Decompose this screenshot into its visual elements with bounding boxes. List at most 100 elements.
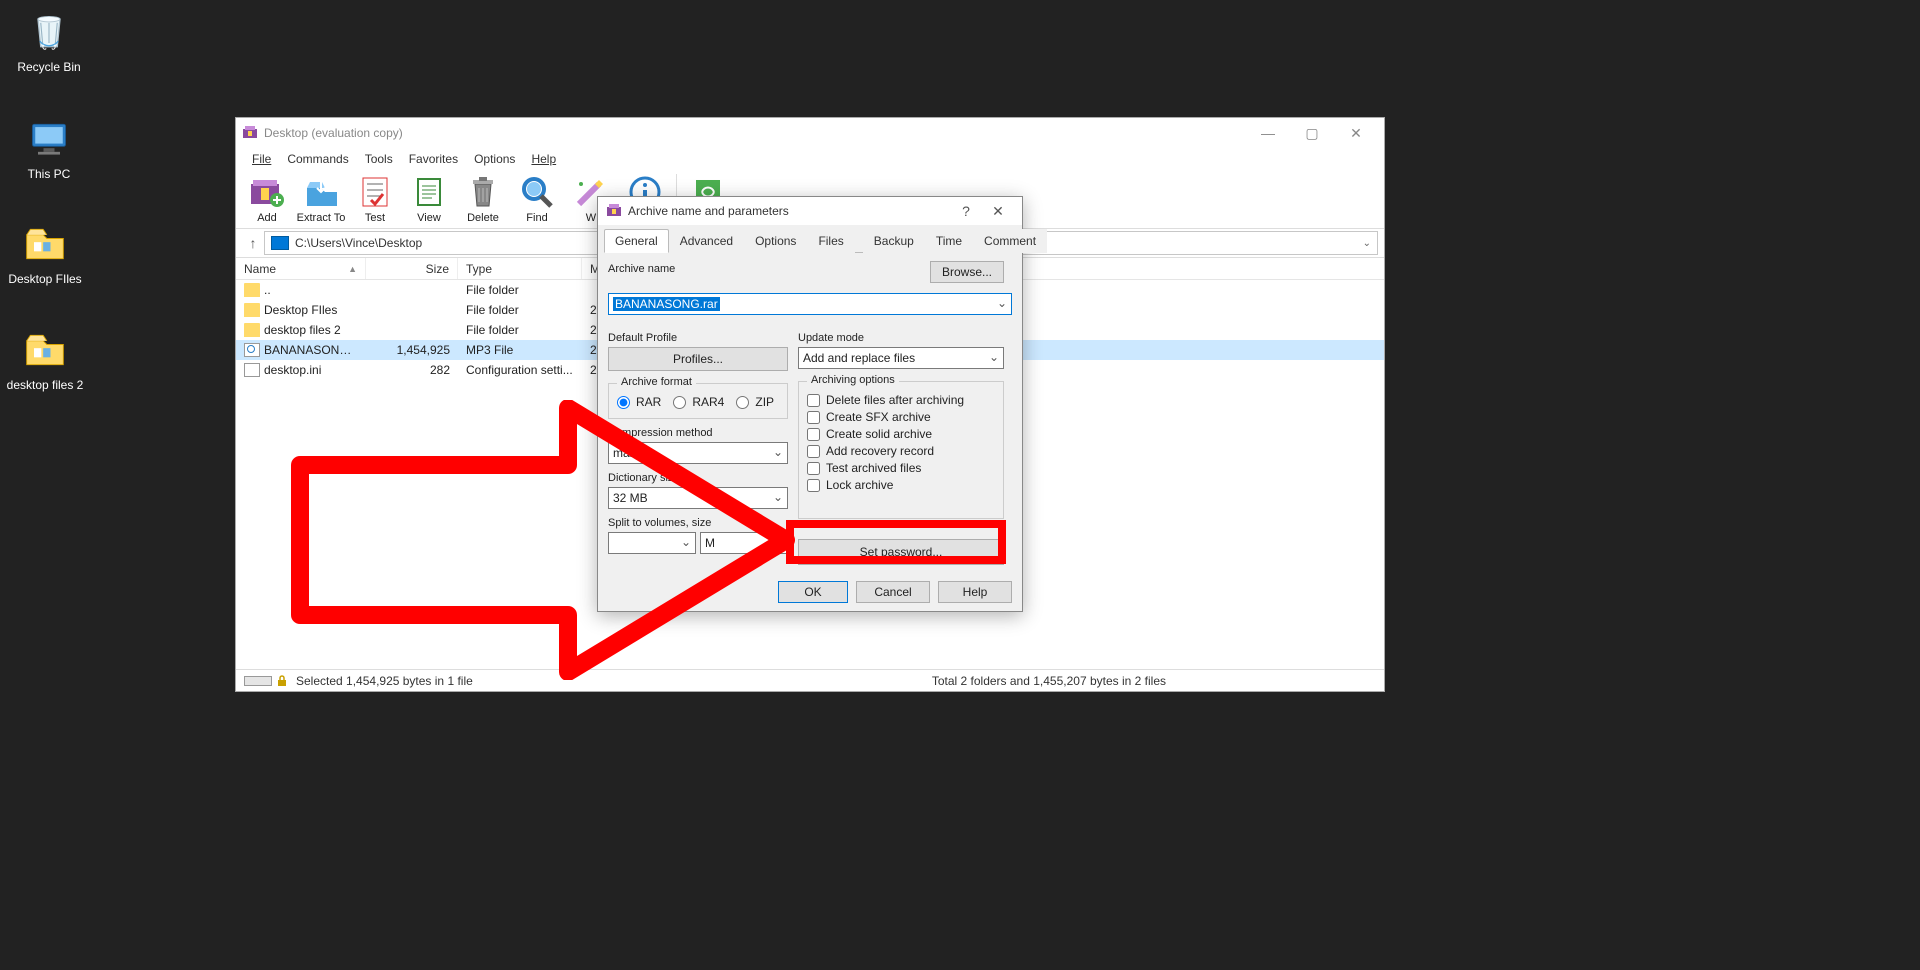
desktop-icon-label: Desktop FIles — [8, 272, 81, 286]
recycle-bin-icon — [25, 8, 73, 56]
dialog-title: Archive name and parameters — [628, 204, 789, 218]
archive-name-label: Archive name — [608, 263, 920, 275]
archive-format-label: Archive format — [617, 376, 696, 388]
desktop-icon-label: Recycle Bin — [17, 60, 80, 74]
split-unit-select[interactable]: M — [700, 532, 788, 554]
archiving-options-label: Archiving options — [807, 374, 899, 386]
tool-delete[interactable]: Delete — [456, 172, 510, 226]
help-button[interactable]: ? — [950, 203, 982, 219]
titlebar: Desktop (evaluation copy) — ▢ ✕ — [236, 118, 1384, 148]
desktop-icon-folder-1[interactable]: Desktop FIles — [5, 220, 85, 286]
tool-label: View — [417, 212, 441, 224]
maximize-button[interactable]: ▢ — [1290, 119, 1334, 147]
format-rar4[interactable]: RAR4 — [673, 395, 724, 409]
column-size[interactable]: Size — [366, 258, 458, 279]
menu-tools[interactable]: Tools — [357, 148, 401, 170]
drive-icon — [271, 236, 289, 250]
view-icon — [411, 174, 447, 210]
tab-files[interactable]: Files — [807, 229, 854, 253]
tab-backup[interactable]: Backup — [863, 229, 925, 253]
tool-label: Delete — [467, 212, 499, 224]
ok-button[interactable]: OK — [778, 581, 848, 603]
format-rar[interactable]: RAR — [617, 395, 661, 409]
tab-time[interactable]: Time — [925, 229, 973, 253]
add-icon — [249, 174, 285, 210]
desktop-icon-label: desktop files 2 — [7, 378, 84, 392]
tool-label: Extract To — [297, 212, 346, 224]
menu-favorites[interactable]: Favorites — [401, 148, 466, 170]
profiles-button[interactable]: Profiles... — [608, 347, 788, 371]
split-label: Split to volumes, size — [608, 517, 788, 529]
default-profile-label: Default Profile — [608, 332, 788, 344]
desktop-icon-recycle-bin[interactable]: Recycle Bin — [9, 8, 89, 74]
cancel-button[interactable]: Cancel — [856, 581, 930, 603]
folder-icon — [244, 283, 260, 297]
path-text: C:\Users\Vince\Desktop — [295, 236, 422, 250]
help-button[interactable]: Help — [938, 581, 1012, 603]
menu-options[interactable]: Options — [466, 148, 523, 170]
opt-sfx[interactable]: Create SFX archive — [807, 410, 995, 424]
close-button[interactable]: ✕ — [1334, 119, 1378, 147]
chevron-down-icon: ⌄ — [1363, 238, 1371, 249]
progress-icon — [244, 676, 272, 686]
tool-extract-to[interactable]: Extract To — [294, 172, 348, 226]
compression-select[interactable]: mal — [608, 442, 788, 464]
column-type[interactable]: Type — [458, 258, 582, 279]
test-icon — [357, 174, 393, 210]
column-name[interactable]: Name▲ — [236, 258, 366, 279]
opt-solid[interactable]: Create solid archive — [807, 427, 995, 441]
desktop-icon-label: This PC — [28, 167, 71, 181]
status-total: Total 2 folders and 1,455,207 bytes in 2… — [932, 674, 1376, 688]
lock-icon — [276, 675, 288, 687]
dictionary-select[interactable]: 32 MB — [608, 487, 788, 509]
update-mode-select[interactable]: Add and replace files — [798, 347, 1004, 369]
tab-general[interactable]: General — [604, 229, 669, 253]
browse-button[interactable]: Browse... — [930, 261, 1004, 283]
archive-name-input[interactable]: BANANASONG.rar — [608, 293, 1012, 315]
tab-options[interactable]: Options — [744, 229, 807, 253]
file-icon — [244, 363, 260, 377]
find-icon — [519, 174, 555, 210]
split-size-input[interactable] — [608, 532, 696, 554]
minimize-button[interactable]: — — [1246, 119, 1290, 147]
tool-label: W — [586, 212, 596, 224]
status-selected: Selected 1,454,925 bytes in 1 file — [296, 674, 473, 688]
tool-test[interactable]: Test — [348, 172, 402, 226]
opt-delete-after[interactable]: Delete files after archiving — [807, 393, 995, 407]
menu-commands[interactable]: Commands — [279, 148, 356, 170]
up-button[interactable]: ↑ — [242, 235, 264, 251]
menu-file[interactable]: File — [244, 148, 279, 170]
dialog-titlebar: Archive name and parameters ? ✕ — [598, 197, 1022, 225]
opt-recovery[interactable]: Add recovery record — [807, 444, 995, 458]
folder-icon — [244, 303, 260, 317]
opt-lock[interactable]: Lock archive — [807, 478, 995, 492]
this-pc-icon — [25, 115, 73, 163]
extract-icon — [303, 174, 339, 210]
dialog-tabs: General Advanced Options Files Backup Ti… — [604, 229, 1016, 253]
tool-label: Add — [257, 212, 277, 224]
dialog-content: Archive name Browse... BANANASONG.rar De… — [598, 253, 1022, 577]
format-zip[interactable]: ZIP — [736, 395, 774, 409]
dictionary-label: Dictionary size — [608, 472, 788, 484]
archive-dialog: Archive name and parameters ? ✕ General … — [597, 196, 1023, 612]
winrar-app-icon — [242, 125, 258, 141]
menu-help[interactable]: Help — [523, 148, 564, 170]
tab-comment[interactable]: Comment — [973, 229, 1047, 253]
set-password-button[interactable]: Set password... — [798, 539, 1004, 565]
opt-test[interactable]: Test archived files — [807, 461, 995, 475]
file-icon — [244, 343, 260, 357]
menubar: File Commands Tools Favorites Options He… — [236, 148, 1384, 170]
sort-indicator-icon: ▲ — [348, 264, 357, 274]
close-button[interactable]: ✕ — [982, 203, 1014, 220]
tool-label: Test — [365, 212, 385, 224]
tool-add[interactable]: Add — [240, 172, 294, 226]
desktop-icon-this-pc[interactable]: This PC — [9, 115, 89, 181]
tab-advanced[interactable]: Advanced — [669, 229, 744, 253]
compression-label: Compression method — [608, 427, 788, 439]
winrar-app-icon — [606, 203, 622, 219]
tool-find[interactable]: Find — [510, 172, 564, 226]
tool-view[interactable]: View — [402, 172, 456, 226]
folder-icon — [21, 326, 69, 374]
folder-icon — [21, 220, 69, 268]
desktop-icon-folder-2[interactable]: desktop files 2 — [5, 326, 85, 392]
